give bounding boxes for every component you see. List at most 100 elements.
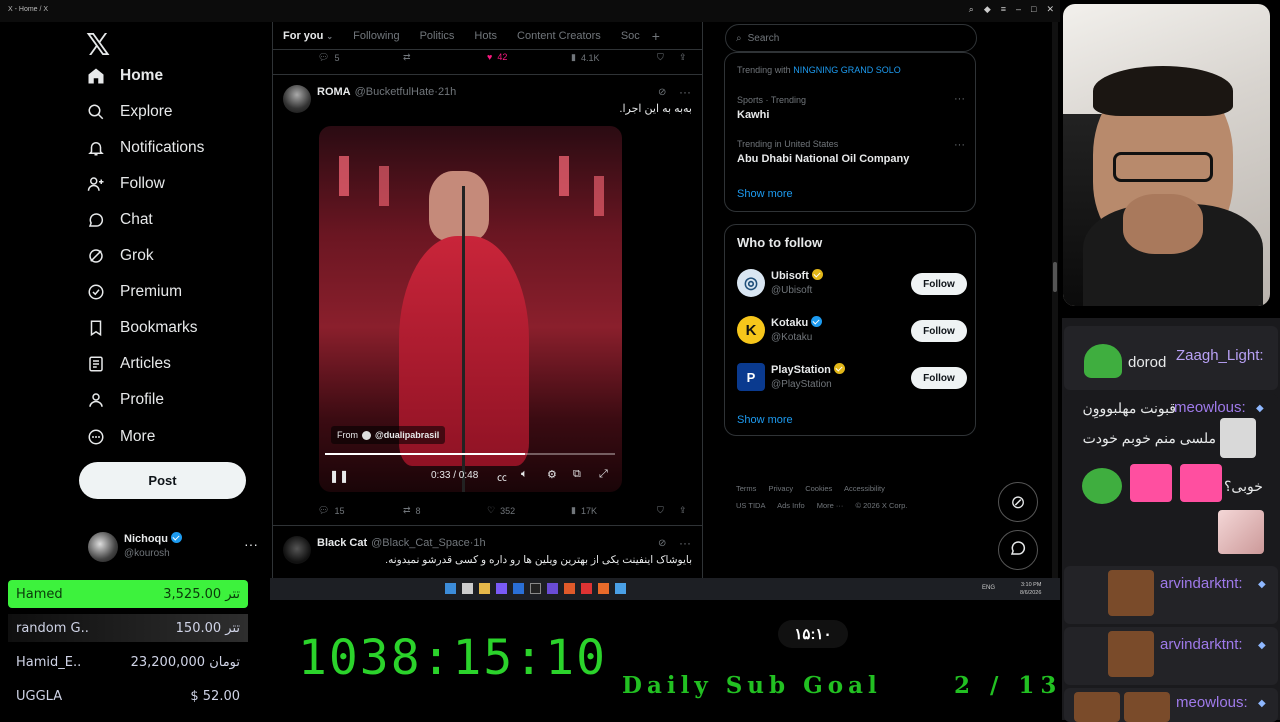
reply-button[interactable]: 💬︎ 5 — [318, 52, 339, 63]
nav-profile[interactable]: Profile — [86, 385, 164, 415]
follow-suggestion[interactable]: K Kotaku @Kotaku Follow — [725, 314, 977, 350]
volume-icon[interactable]: 🔈︎ — [521, 468, 528, 481]
account-switcher[interactable]: Nichoqu @kourosh ··· — [86, 530, 266, 570]
close-icon[interactable]: ✕ — [1046, 4, 1054, 15]
tweet-author-name[interactable]: Black Cat — [317, 537, 367, 549]
tweet-author-handle[interactable]: @BucketfulHate — [355, 86, 435, 98]
follow-button[interactable]: Follow — [911, 273, 967, 295]
share-button[interactable]: ⇪ — [679, 505, 687, 516]
tab-following[interactable]: Following — [343, 30, 409, 42]
taskbar-language[interactable]: ENG — [982, 585, 995, 591]
nav-articles[interactable]: Articles — [86, 349, 171, 379]
pause-icon[interactable]: ❚❚ — [329, 469, 349, 483]
nav-home[interactable]: Home — [86, 61, 163, 91]
maximize-icon[interactable]: □ — [1031, 4, 1036, 15]
bookmark-button[interactable]: ⛉ — [657, 505, 664, 516]
x-logo-icon[interactable]: 𝕏 — [86, 28, 110, 63]
steam-icon[interactable] — [615, 583, 626, 594]
browser-icon[interactable] — [564, 583, 575, 594]
chat-username[interactable]: meowlous: — [1176, 694, 1248, 711]
grok-button[interactable]: ⊘ — [998, 482, 1038, 522]
repost-button[interactable]: ⇄ 8 — [403, 505, 421, 516]
views-button[interactable]: ▮ 17K — [571, 505, 597, 516]
page-scrollbar[interactable] — [1052, 22, 1058, 578]
app-icon[interactable] — [513, 583, 524, 594]
tweet-author-name[interactable]: ROMA — [317, 86, 351, 98]
post-button[interactable]: Post — [79, 462, 246, 499]
reply-button[interactable]: 💬︎ 15 — [318, 505, 344, 516]
app-icon[interactable] — [581, 583, 592, 594]
folder-icon[interactable] — [479, 583, 490, 594]
nav-notifications[interactable]: Notifications — [86, 133, 204, 163]
like-button[interactable]: ♡ 352 — [487, 505, 515, 516]
x-app-icon[interactable] — [530, 583, 541, 594]
avatar[interactable] — [283, 85, 311, 113]
trend-more-icon[interactable]: ··· — [954, 139, 965, 151]
chat-username[interactable]: meowlous: — [1174, 399, 1246, 416]
like-button[interactable]: ♥ 42 — [487, 52, 507, 62]
footer-accessibility-link[interactable]: Accessibility — [844, 484, 885, 493]
tweet-more-icon[interactable]: ··· — [679, 536, 691, 550]
tweet-more-icon[interactable]: ··· — [679, 85, 691, 99]
tab-hots[interactable]: Hots — [464, 30, 507, 42]
repost-button[interactable]: ⇄ — [403, 52, 411, 63]
extension-icon[interactable]: ◆ — [984, 4, 991, 15]
tab-soc[interactable]: Soc — [611, 30, 650, 42]
start-icon[interactable] — [445, 583, 456, 594]
tweet-time[interactable]: 1h — [473, 537, 485, 549]
footer-privacy-link[interactable]: Privacy — [769, 484, 794, 493]
nav-grok[interactable]: Grok — [86, 241, 154, 271]
nav-explore[interactable]: Explore — [86, 97, 173, 127]
brave-icon[interactable] — [598, 583, 609, 594]
trend-item[interactable]: Sports · Trending Kawhi — [737, 95, 806, 121]
show-more-trends-link[interactable]: Show more — [737, 188, 793, 200]
grok-icon[interactable]: ⊘ — [658, 538, 666, 549]
tab-for-you[interactable]: For you ⌄ — [273, 30, 343, 42]
trend-more-icon[interactable]: ··· — [954, 93, 965, 105]
show-more-follow-link[interactable]: Show more — [737, 414, 793, 426]
video-progress-track[interactable] — [325, 453, 615, 455]
scrollbar-thumb[interactable] — [1053, 262, 1057, 292]
grok-icon[interactable]: ⊘ — [658, 87, 666, 98]
tweet-author-handle[interactable]: @Black_Cat_Space — [371, 537, 470, 549]
search-input[interactable]: ⌕ Search — [725, 24, 977, 52]
video-source-badge[interactable]: From @dualipabrasil — [331, 426, 446, 444]
add-tab-icon[interactable]: + — [652, 28, 660, 44]
tweet-time[interactable]: 21h — [438, 86, 456, 98]
footer-cookies-link[interactable]: Cookies — [805, 484, 832, 493]
nav-premium[interactable]: Premium — [86, 277, 182, 307]
share-button[interactable]: ⇪ — [679, 52, 687, 63]
trend-item[interactable]: Trending in United States Abu Dhabi Nati… — [737, 139, 909, 165]
tweet[interactable]: ROMA @BucketfulHate · 21h ⊘ ··· به‌به به… — [273, 75, 702, 525]
follow-button[interactable]: Follow — [911, 367, 967, 389]
footer-terms-link[interactable]: Terms — [736, 484, 756, 493]
nav-more[interactable]: More — [86, 422, 155, 452]
taskbar-clock[interactable]: 3:10 PM 8/6/2026 — [1020, 581, 1041, 597]
messages-button[interactable] — [998, 530, 1038, 570]
nav-bookmarks[interactable]: Bookmarks — [86, 313, 198, 343]
search-icon[interactable] — [462, 583, 473, 594]
video-player[interactable]: From @dualipabrasil ❚❚ 0:33 / 0:48 ㏄ 🔈︎ … — [319, 126, 622, 492]
zoom-icon[interactable]: ⌕ — [969, 4, 974, 15]
fullscreen-icon[interactable]: ⤢ — [599, 468, 608, 481]
trending-with-link[interactable]: NINGNING GRAND SOLO — [793, 65, 901, 75]
account-more-icon[interactable]: ··· — [244, 536, 258, 552]
menu-icon[interactable]: ≡ — [1001, 4, 1006, 15]
footer-more-link[interactable]: More ··· — [817, 501, 844, 510]
tab-politics[interactable]: Politics — [410, 30, 465, 42]
chat-username[interactable]: arvindarktnt: — [1160, 575, 1243, 592]
minimize-icon[interactable]: – — [1016, 4, 1021, 15]
chat-username[interactable]: arvindarktnt: — [1160, 636, 1243, 653]
footer-us-tida-link[interactable]: US TIDA — [736, 501, 765, 510]
footer-ads-info-link[interactable]: Ads Info — [777, 501, 805, 510]
captions-icon[interactable]: ㏄ — [497, 469, 507, 484]
nav-chat[interactable]: Chat — [86, 205, 153, 235]
views-button[interactable]: ▮ 4.1K — [571, 52, 599, 63]
follow-suggestion[interactable]: P PlayStation @PlayStation Follow — [725, 361, 977, 397]
follow-button[interactable]: Follow — [911, 320, 967, 342]
settings-gear-icon[interactable]: ⚙ — [547, 468, 557, 481]
nav-follow[interactable]: Follow — [86, 169, 165, 199]
avatar[interactable] — [283, 536, 311, 564]
tab-content-creators[interactable]: Content Creators — [507, 30, 611, 42]
follow-suggestion[interactable]: ◎ Ubisoft @Ubisoft Follow — [725, 267, 977, 303]
